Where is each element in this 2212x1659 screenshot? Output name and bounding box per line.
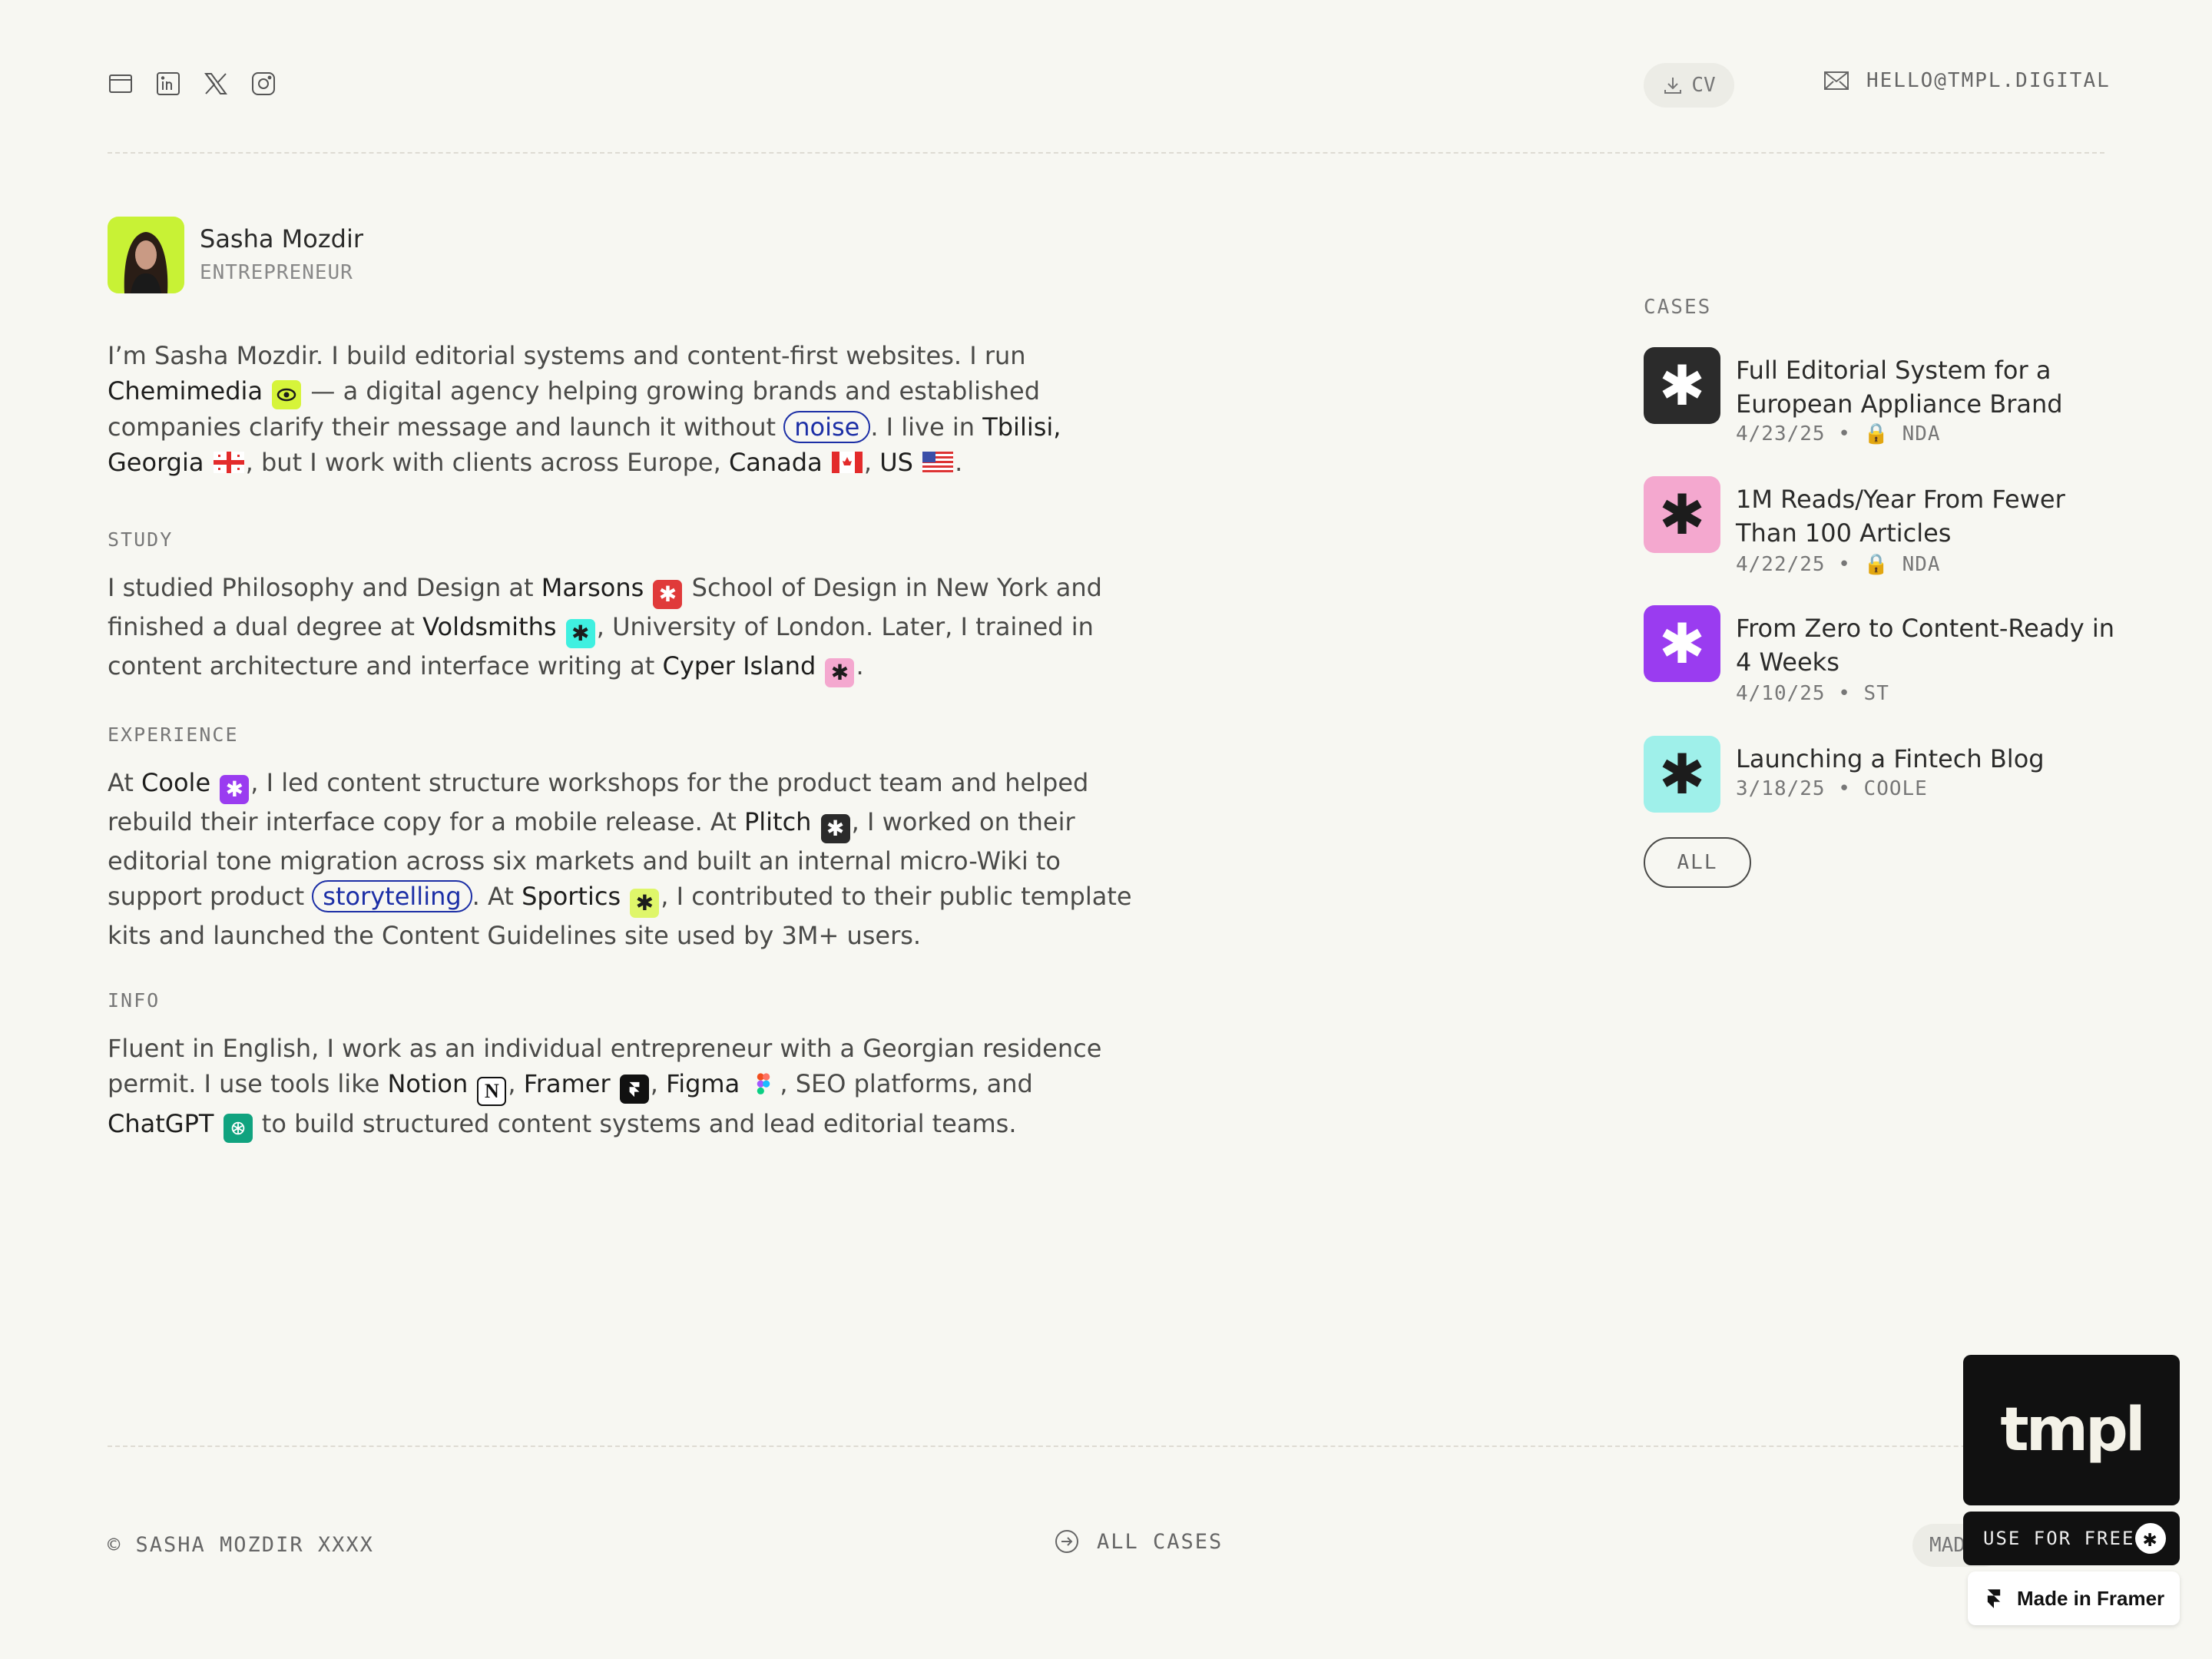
- case-title: Launching a Fintech Blog: [1736, 744, 2045, 773]
- linkedin-icon[interactable]: [155, 71, 181, 97]
- canada-text: Canada: [728, 448, 823, 477]
- case-asterisk-icon: ✱: [1644, 736, 1720, 813]
- use-for-free-button[interactable]: USE FOR FREE ✱: [1963, 1512, 2180, 1565]
- voldsmiths-link[interactable]: Voldsmiths: [422, 612, 556, 641]
- mail-icon: [1823, 70, 1849, 91]
- case-asterisk-icon: ✱: [1644, 476, 1720, 553]
- chatgpt-link[interactable]: ChatGPT: [108, 1109, 214, 1138]
- copyright: © SASHA MOZDIR XXXX: [108, 1533, 374, 1557]
- voldsmiths-asterisk-icon: ✱: [565, 619, 595, 648]
- lock-icon: 🔒: [1863, 553, 1889, 576]
- plitch-asterisk-icon: ✱: [820, 814, 850, 843]
- header-divider: [108, 152, 2104, 154]
- footer-all-cases-link[interactable]: ALL CASES: [1054, 1528, 1223, 1555]
- arrow-circle-icon: [1054, 1528, 1080, 1555]
- email-text: HELLO@TMPL.DIGITAL: [1866, 69, 2111, 92]
- noise-tag: noise: [783, 411, 871, 443]
- experience-paragraph: At Coole ✱, I led content structure work…: [108, 768, 1132, 950]
- footer-divider: [108, 1445, 2104, 1447]
- profile-role: ENTREPRENEUR: [200, 261, 353, 284]
- email-link[interactable]: HELLO@TMPL.DIGITAL: [1823, 69, 2111, 92]
- avatar: [108, 217, 184, 293]
- cv-label: CV: [1691, 74, 1716, 97]
- storytelling-tag: storytelling: [312, 880, 472, 912]
- canada-flag-icon: [831, 452, 863, 473]
- case-title: From Zero to Content-Ready in 4 Weeks: [1736, 614, 2115, 677]
- asterisk-icon: ✱: [2135, 1523, 2166, 1554]
- lock-icon: 🔒: [1863, 422, 1889, 445]
- framer-icon: [619, 1075, 649, 1104]
- figma-link[interactable]: Figma: [666, 1069, 740, 1098]
- chemimedia-link[interactable]: Chemimedia: [108, 376, 263, 406]
- window-icon[interactable]: [108, 71, 134, 97]
- info-paragraph: Fluent in English, I work as an individu…: [108, 1031, 1137, 1143]
- tmpl-logo[interactable]: tmpl: [1963, 1355, 2180, 1505]
- plitch-link[interactable]: Plitch: [744, 807, 812, 836]
- cyper-island-asterisk-icon: ✱: [825, 658, 855, 687]
- framer-link[interactable]: Framer: [524, 1069, 611, 1098]
- case-meta: 3/18/25 • COOLE: [1736, 777, 1928, 800]
- case-asterisk-icon: ✱: [1644, 605, 1720, 682]
- cases-heading: CASES: [1644, 296, 1712, 319]
- sportics-asterisk-icon: ✱: [630, 889, 660, 918]
- study-paragraph: I studied Philosophy and Design at Marso…: [108, 570, 1137, 687]
- sportics-link[interactable]: Sportics: [522, 882, 621, 911]
- notion-link[interactable]: Notion: [387, 1069, 468, 1098]
- case-title: Full Editorial System for a European App…: [1736, 356, 2063, 419]
- bio-paragraph: I’m Sasha Mozdir. I build editorial syst…: [108, 341, 1061, 477]
- made-in-framer-badge[interactable]: Made in Framer: [1968, 1571, 2180, 1625]
- georgia-flag-icon: [213, 452, 244, 473]
- figma-icon: [749, 1071, 778, 1100]
- cv-download-button[interactable]: CV: [1644, 63, 1734, 108]
- profile-name: Sasha Mozdir: [200, 224, 363, 253]
- marsons-asterisk-icon: ✱: [653, 580, 683, 609]
- case-meta: 4/22/25 • 🔒 NDA: [1736, 553, 1941, 576]
- info-heading: INFO: [108, 989, 161, 1012]
- us-text: US: [879, 448, 913, 477]
- instagram-icon[interactable]: [250, 71, 276, 97]
- us-flag-icon: [922, 452, 954, 473]
- case-meta: 4/10/25 • ST: [1736, 682, 1889, 705]
- coole-link[interactable]: Coole: [141, 768, 210, 797]
- all-cases-button[interactable]: ALL: [1644, 837, 1751, 888]
- chemimedia-eye-icon: [272, 380, 302, 409]
- experience-heading: EXPERIENCE: [108, 724, 239, 746]
- x-icon[interactable]: [203, 71, 229, 97]
- case-meta: 4/23/25 • 🔒 NDA: [1736, 422, 1941, 445]
- case-asterisk-icon: ✱: [1644, 347, 1720, 424]
- social-links: [108, 71, 276, 97]
- chatgpt-icon: [223, 1114, 253, 1143]
- download-icon: [1662, 75, 1684, 96]
- case-title: 1M Reads/Year From Fewer Than 100 Articl…: [1736, 485, 2065, 548]
- framer-logo-icon: [1983, 1588, 2005, 1609]
- marsons-link[interactable]: Marsons: [541, 573, 644, 602]
- notion-icon: N: [477, 1077, 507, 1106]
- cyper-island-link[interactable]: Cyper Island: [663, 651, 816, 680]
- study-heading: STUDY: [108, 528, 174, 551]
- coole-asterisk-icon: ✱: [220, 775, 250, 804]
